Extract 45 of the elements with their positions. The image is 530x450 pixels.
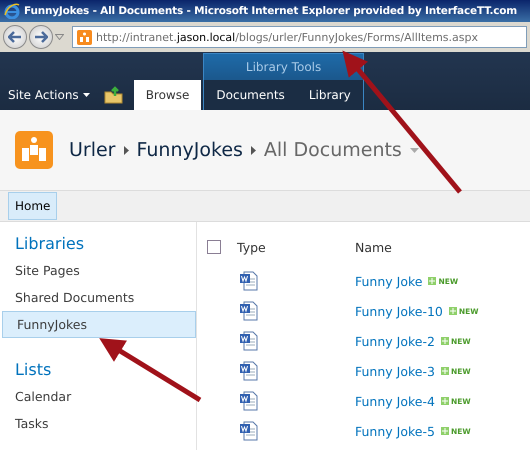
word-document-icon	[239, 331, 259, 351]
sidebar-item[interactable]: Tasks	[0, 410, 196, 437]
document-link[interactable]: Funny Joke-10	[355, 304, 443, 318]
chevron-right-icon	[124, 146, 128, 154]
ribbon-tab[interactable]: Documents	[204, 80, 297, 110]
folder-up-icon[interactable]	[104, 86, 124, 104]
sidebar-item[interactable]: Calendar	[0, 383, 196, 410]
breadcrumb-item[interactable]: FunnyJokes	[136, 139, 243, 161]
caret-icon	[82, 93, 90, 97]
ribbon-tab[interactable]: Browse	[134, 80, 202, 110]
address-field[interactable]: http://intranet.jason.local/blogs/urler/FunnyJokes/Forms/AllItems.aspx	[72, 26, 527, 48]
word-document-icon	[239, 421, 259, 441]
site-logo-icon	[15, 131, 53, 169]
ribbon-tab[interactable]: Library	[296, 80, 363, 110]
word-document-icon	[239, 361, 259, 381]
forward-arrow-icon	[34, 31, 48, 43]
sidebar-item[interactable]: FunnyJokes	[2, 311, 196, 338]
document-link[interactable]: Funny Joke-4	[355, 394, 435, 408]
document-link[interactable]: Funny Joke-5	[355, 424, 435, 438]
sidebar-heading[interactable]: Libraries	[0, 232, 196, 257]
window-title: FunnyJokes - All Documents - Microsoft Internet Explorer provided by InterfaceTT.com	[24, 5, 518, 17]
column-header[interactable]: Name	[355, 240, 392, 254]
sidebar-item[interactable]: Site Pages	[0, 257, 196, 284]
chevron-right-icon	[250, 146, 256, 154]
tab-group-label: Library Tools	[244, 59, 322, 76]
word-document-icon	[239, 271, 259, 291]
sidebar-heading[interactable]: Lists	[0, 358, 196, 383]
forward-button[interactable]	[29, 25, 53, 49]
document-link[interactable]: Funny Joke-3	[355, 364, 435, 378]
select-all-checkbox[interactable]	[207, 240, 221, 254]
document-link[interactable]: Funny Joke	[355, 274, 422, 288]
url-text: http://intranet.jason.local/blogs/urler/FunnyJokes/Forms/AllItems.aspx	[96, 30, 478, 44]
nav-tab[interactable]: Home	[8, 192, 58, 220]
document-link[interactable]: Funny Joke-2	[355, 334, 435, 348]
breadcrumb-item[interactable]: Urler	[69, 139, 116, 161]
word-document-icon	[239, 391, 259, 411]
browser-logo-icon	[4, 3, 20, 19]
word-document-icon	[239, 301, 259, 321]
back-arrow-icon	[8, 31, 22, 43]
column-header[interactable]: Type	[237, 240, 355, 254]
sidebar-item[interactable]: Shared Documents	[0, 284, 196, 311]
back-button[interactable]	[3, 25, 27, 49]
site-logo-icon	[77, 30, 92, 44]
breadcrumb-item[interactable]: All Documents	[264, 139, 402, 161]
site-actions-menu[interactable]: Site Actions	[4, 80, 94, 110]
